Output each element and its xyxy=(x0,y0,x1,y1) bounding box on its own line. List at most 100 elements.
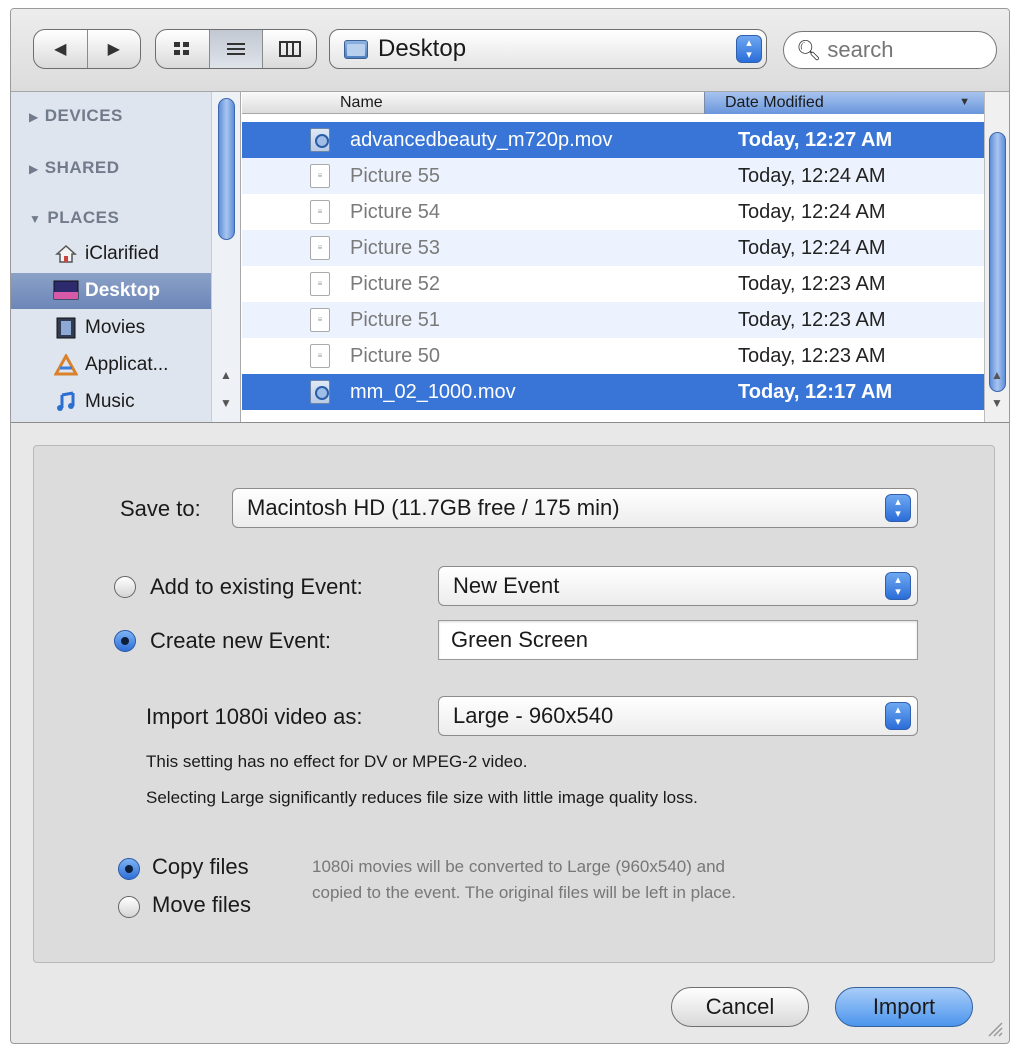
movie-file-icon xyxy=(310,128,330,152)
file-name: Picture 52 xyxy=(350,272,441,295)
sidebar-item-label: Desktop xyxy=(85,280,160,301)
file-row[interactable]: ≡ Picture 54 Today, 12:24 AM xyxy=(242,194,984,230)
picture-file-icon: ≡ xyxy=(310,164,330,188)
import-hint-1: This setting has no effect for DV or MPE… xyxy=(146,752,528,771)
copy-files-label: Copy files xyxy=(152,854,249,879)
back-forward-control: ◀ ▶ xyxy=(33,29,141,69)
desktop-icon xyxy=(53,279,79,303)
sidebar-item-music[interactable]: Music xyxy=(11,384,211,420)
scroll-down-icon[interactable]: ▼ xyxy=(220,396,232,410)
save-to-popup[interactable]: Macintosh HD (11.7GB free / 175 min) ▴ ▾ xyxy=(232,488,918,528)
file-row[interactable]: ≡ Picture 52 Today, 12:23 AM xyxy=(242,266,984,302)
cancel-button[interactable]: Cancel xyxy=(671,987,809,1027)
file-date: Today, 12:23 AM xyxy=(738,308,886,331)
sidebar-scrollbar[interactable]: ▲ ▼ xyxy=(211,92,241,422)
file-date: Today, 12:24 AM xyxy=(738,236,886,259)
file-row[interactable]: ≡ Picture 53 Today, 12:24 AM xyxy=(242,230,984,266)
file-name: Picture 51 xyxy=(350,308,441,331)
sidebar-item-movies[interactable]: Movies xyxy=(11,310,211,346)
file-row[interactable]: ≡ Picture 51 Today, 12:23 AM xyxy=(242,302,984,338)
file-row[interactable]: ≡ Picture 55 Today, 12:24 AM xyxy=(242,158,984,194)
movies-icon xyxy=(53,316,79,340)
sidebar-scroll-thumb[interactable] xyxy=(218,98,235,240)
sidebar-item-label: iClarified xyxy=(85,243,159,264)
new-event-name-field[interactable]: Green Screen xyxy=(438,620,918,660)
file-row[interactable]: advancedbeauty_m720p.mov Today, 12:27 AM xyxy=(242,122,984,158)
disclosure-triangle-icon: ▶ xyxy=(29,162,39,176)
triangle-right-icon: ▶ xyxy=(107,41,120,58)
import-1080i-label: Import 1080i video as: xyxy=(146,704,363,729)
file-date: Today, 12:24 AM xyxy=(738,200,886,223)
file-list-scroll-thumb[interactable] xyxy=(989,132,1006,392)
home-icon xyxy=(53,242,79,266)
list-view-button[interactable] xyxy=(209,30,264,68)
column-header-name[interactable]: Name xyxy=(340,94,383,112)
location-popup[interactable]: Desktop ▴ ▾ xyxy=(329,29,767,69)
add-existing-event-radio[interactable] xyxy=(114,576,136,598)
scroll-down-icon[interactable]: ▼ xyxy=(991,396,1003,410)
file-name: advancedbeauty_m720p.mov xyxy=(350,128,613,151)
add-existing-event-label: Add to existing Event: xyxy=(150,574,363,599)
file-date: Today, 12:23 AM xyxy=(738,344,886,367)
file-list: Name Date Modified ▼ advancedbeauty_m720… xyxy=(242,92,984,422)
icon-view-button[interactable] xyxy=(156,30,210,68)
back-button[interactable]: ◀ xyxy=(34,30,88,68)
column-view-icon xyxy=(278,41,301,57)
import-options-panel: Save to: Macintosh HD (11.7GB free / 175… xyxy=(33,445,995,963)
sidebar: ▶ DEVICES ▶ SHARED ▼ PLACES iClarified Desk… xyxy=(11,92,211,422)
scroll-up-icon[interactable]: ▲ xyxy=(220,368,232,382)
popup-stepper-icon: ▴ ▾ xyxy=(736,35,762,63)
import-button[interactable]: Import xyxy=(835,987,973,1027)
search-input[interactable] xyxy=(825,36,976,64)
sidebar-heading-shared[interactable]: ▶ SHARED xyxy=(29,158,120,178)
scroll-up-icon[interactable]: ▲ xyxy=(991,368,1003,382)
create-new-event-label: Create new Event: xyxy=(150,628,331,653)
move-files-label: Move files xyxy=(152,892,252,917)
file-row[interactable]: ≡ Picture 50 Today, 12:23 AM xyxy=(242,338,984,374)
music-icon xyxy=(53,390,79,414)
import-size-popup[interactable]: Large - 960x540 ▴ ▾ xyxy=(438,696,918,736)
sidebar-item-desktop[interactable]: Desktop xyxy=(11,273,211,309)
file-name: Picture 55 xyxy=(350,164,441,187)
disclosure-triangle-down-icon: ▼ xyxy=(29,212,42,226)
file-date: Today, 12:17 AM xyxy=(738,380,893,403)
move-files-radio[interactable] xyxy=(118,896,140,918)
column-header-date-modified[interactable]: Date Modified ▼ xyxy=(704,92,984,114)
icon-view-icon xyxy=(174,42,190,55)
picture-file-icon: ≡ xyxy=(310,308,330,332)
popup-stepper-icon: ▴ ▾ xyxy=(885,494,911,522)
file-browser: ▶ DEVICES ▶ SHARED ▼ PLACES iClarified Desk… xyxy=(11,91,1009,423)
new-event-name-value: Green Screen xyxy=(451,627,588,652)
forward-button[interactable]: ▶ xyxy=(88,30,141,68)
save-to-value: Macintosh HD (11.7GB free / 175 min) xyxy=(247,495,620,520)
copy-files-radio[interactable] xyxy=(118,858,140,880)
list-view-icon xyxy=(227,43,245,55)
sidebar-heading-places[interactable]: ▼ PLACES xyxy=(29,208,119,228)
file-name: Picture 50 xyxy=(350,344,441,367)
resize-grip-icon[interactable] xyxy=(985,1019,1003,1037)
existing-event-popup[interactable]: New Event ▴ ▾ xyxy=(438,566,918,606)
sidebar-heading-devices[interactable]: ▶ DEVICES xyxy=(29,106,123,126)
create-new-event-radio[interactable] xyxy=(114,630,136,652)
file-name: mm_02_1000.mov xyxy=(350,380,516,403)
file-row[interactable]: mm_02_1000.mov Today, 12:17 AM xyxy=(242,374,984,410)
sidebar-item-label: Movies xyxy=(85,317,146,338)
picture-file-icon: ≡ xyxy=(310,272,330,296)
sidebar-item-applications[interactable]: Applicat... xyxy=(11,347,211,383)
save-to-label: Save to: xyxy=(120,496,201,521)
picture-file-icon: ≡ xyxy=(310,236,330,260)
search-icon: 🔍︎ xyxy=(796,39,822,62)
file-list-scrollbar[interactable]: ▲ ▼ xyxy=(984,92,1009,422)
location-label: Desktop xyxy=(378,35,467,62)
column-header: Name Date Modified ▼ xyxy=(242,92,984,114)
sidebar-item-iclarified[interactable]: iClarified xyxy=(11,236,211,272)
disclosure-triangle-icon: ▶ xyxy=(29,110,39,124)
view-mode-control xyxy=(155,29,317,69)
file-date: Today, 12:24 AM xyxy=(738,164,886,187)
column-view-button[interactable] xyxy=(263,30,316,68)
picture-file-icon: ≡ xyxy=(310,344,330,368)
search-field[interactable]: 🔍︎ xyxy=(783,31,997,69)
sidebar-item-label: Music xyxy=(85,391,135,412)
picture-file-icon: ≡ xyxy=(310,200,330,224)
existing-event-value: New Event xyxy=(453,573,560,598)
